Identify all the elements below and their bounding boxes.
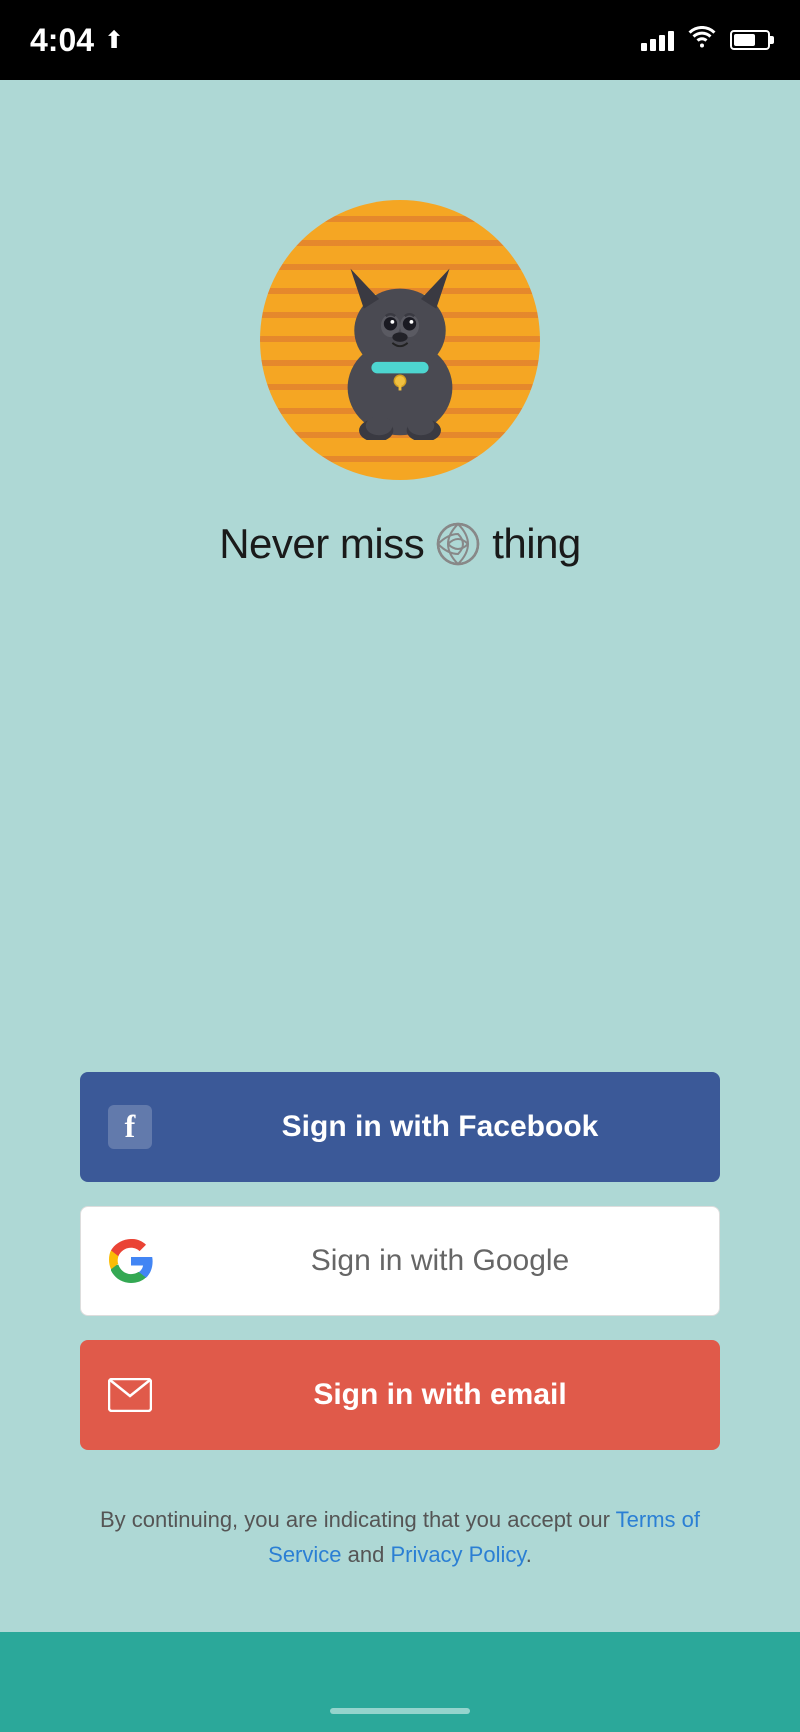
email-btn-label: Sign in with email xyxy=(180,1378,720,1412)
google-signin-button[interactable]: Sign in with Google xyxy=(80,1206,720,1316)
tagline: Never miss thing xyxy=(219,520,581,568)
dog-mascot-svg xyxy=(310,240,490,440)
terms-text: By continuing, you are indicating that y… xyxy=(80,1502,720,1572)
email-signin-button[interactable]: Sign in with email xyxy=(80,1340,720,1450)
main-content: Never miss thing f Sign in with Facebook xyxy=(0,80,800,1632)
tagline-suffix: thing xyxy=(492,520,581,568)
terms-conjunction: and xyxy=(342,1542,391,1567)
home-indicator xyxy=(330,1708,470,1714)
google-icon xyxy=(109,1239,153,1283)
facebook-icon: f xyxy=(108,1105,152,1149)
status-bar: 4:04 ⬆ xyxy=(0,0,800,80)
signal-bar-1 xyxy=(641,43,647,51)
volleyball-icon xyxy=(436,522,480,566)
terms-suffix: . xyxy=(526,1542,532,1567)
google-icon-area xyxy=(81,1239,181,1283)
terms-prefix: By continuing, you are indicating that y… xyxy=(100,1507,616,1532)
location-icon: ⬆ xyxy=(104,26,124,55)
google-btn-label: Sign in with Google xyxy=(181,1244,719,1278)
status-left: 4:04 ⬆ xyxy=(30,22,124,59)
signal-bar-4 xyxy=(668,31,674,51)
status-right xyxy=(641,26,770,55)
battery-fill xyxy=(734,34,755,46)
signal-bars-icon xyxy=(641,29,674,51)
bottom-bar xyxy=(0,1632,800,1732)
signal-bar-2 xyxy=(650,39,656,51)
dog-mascot-circle xyxy=(260,200,540,480)
privacy-policy-link[interactable]: Privacy Policy xyxy=(390,1542,525,1567)
buttons-section: f Sign in with Facebook Sign in with Goo… xyxy=(80,1072,720,1592)
facebook-btn-label: Sign in with Facebook xyxy=(180,1110,720,1144)
battery-icon xyxy=(730,30,770,50)
status-time: 4:04 xyxy=(30,22,94,59)
email-icon xyxy=(108,1373,152,1417)
facebook-icon-area: f xyxy=(80,1105,180,1149)
signal-bar-3 xyxy=(659,35,665,51)
facebook-signin-button[interactable]: f Sign in with Facebook xyxy=(80,1072,720,1182)
tagline-prefix: Never miss xyxy=(219,520,424,568)
wifi-icon xyxy=(688,26,716,55)
logo-section: Never miss thing xyxy=(219,200,581,568)
email-icon-area xyxy=(80,1373,180,1417)
